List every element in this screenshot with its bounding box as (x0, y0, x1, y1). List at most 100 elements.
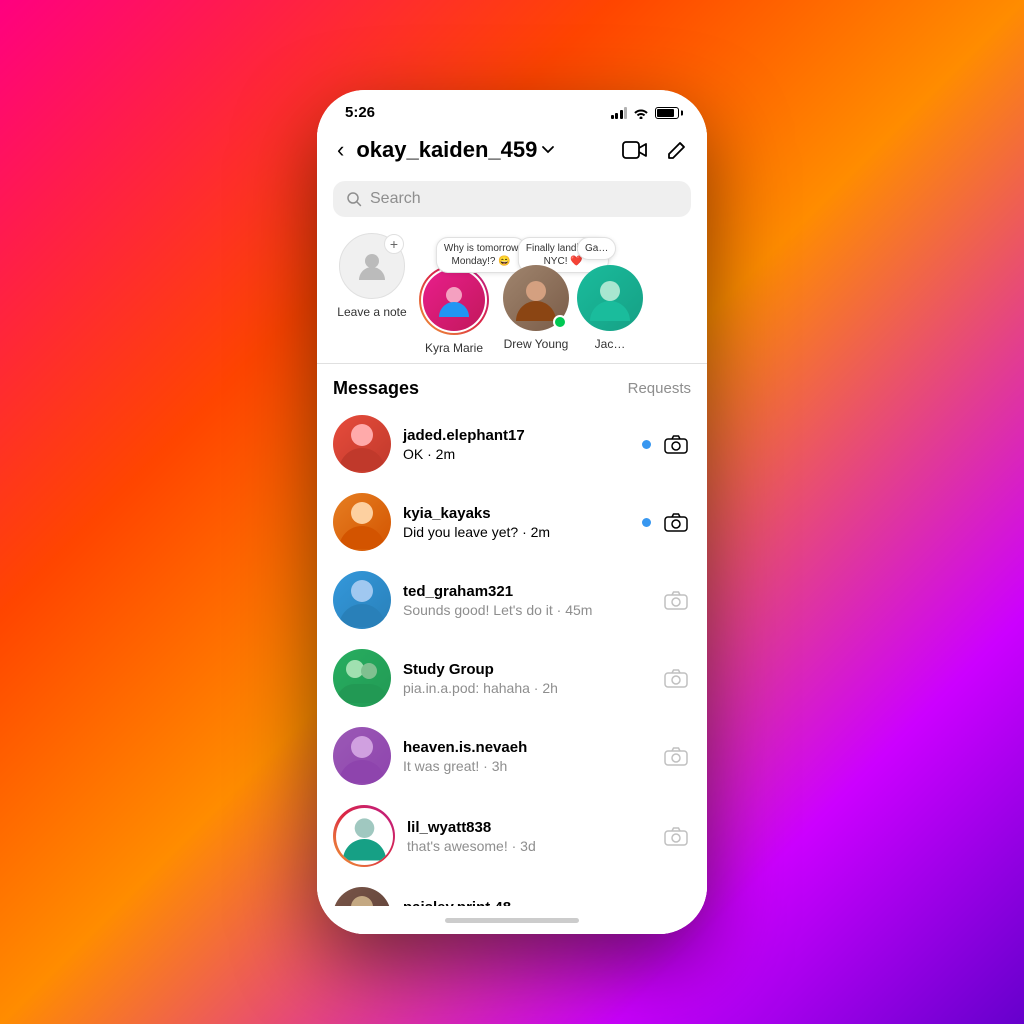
camera-button[interactable] (661, 741, 691, 771)
camera-icon-svg (664, 512, 688, 532)
message-item[interactable]: lil_wyatt838 that's awesome! · 3d (317, 795, 707, 877)
leave-note-label: Leave a note (337, 305, 406, 319)
msg-preview-heaven: It was great! · 3h (403, 758, 649, 774)
story-note-drew: Finally landing inNYC! ❤️ (503, 265, 569, 331)
message-item[interactable]: jaded.elephant17 OK · 2m (317, 405, 707, 483)
story-note-kyra: Why is tomorrowMonday!? 😄 (419, 265, 489, 335)
chevron-down-icon[interactable] (541, 143, 555, 157)
add-story-button[interactable]: + (384, 234, 404, 254)
msg-username-paisley: paisley.print.48 (403, 899, 649, 907)
requests-button[interactable]: Requests (628, 380, 691, 397)
camera-icon-svg (664, 668, 688, 688)
msg-username-study: Study Group (403, 661, 649, 678)
battery-icon (655, 107, 679, 119)
msg-preview-lil-wyatt: that's awesome! · 3d (407, 838, 649, 854)
home-indicator (317, 906, 707, 934)
avatar-art-kyia (333, 493, 391, 551)
unread-indicator (642, 440, 651, 449)
messages-section: Messages Requests jaded.elephant17 OK · … (317, 364, 707, 906)
search-placeholder: Search (370, 190, 421, 208)
camera-button[interactable] (661, 821, 691, 851)
kyra-story-ring (419, 265, 489, 335)
compose-button[interactable] (663, 136, 691, 164)
avatar-art-paisley (333, 887, 391, 906)
leave-note-avatar: + (339, 233, 405, 299)
stories-row: + Leave a note Why is tomorrowMonday!? 😄 (317, 225, 707, 364)
kyra-label: Kyra Marie (425, 341, 483, 355)
drew-label: Drew Young (504, 337, 569, 351)
msg-username-ted: ted_graham321 (403, 583, 649, 600)
kyra-avatar-art (435, 281, 473, 319)
msg-actions-ted (661, 585, 691, 615)
story-note-bubble-jac: Ga… (577, 237, 616, 260)
camera-button[interactable] (661, 507, 691, 537)
msg-actions-kyia (642, 507, 691, 537)
signal-icon (611, 107, 628, 119)
msg-preview-study: pia.in.a.pod: hahaha · 2h (403, 680, 649, 696)
msg-username-kyia: kyia_kayaks (403, 505, 630, 522)
unread-indicator (642, 518, 651, 527)
msg-username-heaven: heaven.is.nevaeh (403, 739, 649, 756)
msg-username-lil-wyatt: lil_wyatt838 (407, 819, 649, 836)
messages-header: Messages Requests (317, 364, 707, 405)
msg-actions-lil-wyatt (661, 821, 691, 851)
msg-avatar-jaded (333, 415, 391, 473)
message-item[interactable]: ted_graham321 Sounds good! Let's do it ·… (317, 561, 707, 639)
home-bar (445, 918, 579, 923)
msg-preview-jaded: OK · 2m (403, 446, 630, 462)
search-bar[interactable]: Search (333, 181, 691, 217)
username-label: okay_kaiden_459 (356, 137, 537, 163)
msg-avatar-kyia (333, 493, 391, 551)
msg-info-ted: ted_graham321 Sounds good! Let's do it ·… (403, 583, 649, 618)
msg-actions-heaven (661, 741, 691, 771)
msg-info-heaven: heaven.is.nevaeh It was great! · 3h (403, 739, 649, 774)
message-item[interactable]: kyia_kayaks Did you leave yet? · 2m (317, 483, 707, 561)
message-item[interactable]: paisley.print.48 Whaaat?? · 8h (317, 877, 707, 906)
camera-button[interactable] (661, 663, 691, 693)
camera-icon-svg (664, 746, 688, 766)
wifi-icon (633, 107, 649, 119)
header: ‹ okay_kaiden_459 (317, 127, 707, 175)
jac-label: Jac… (595, 337, 626, 351)
camera-button[interactable] (661, 585, 691, 615)
camera-icon-svg (664, 434, 688, 454)
screen-content: ‹ okay_kaiden_459 (317, 127, 707, 934)
camera-button[interactable] (661, 429, 691, 459)
video-call-button[interactable] (621, 136, 649, 164)
story-note-jac: Ga… (577, 265, 643, 331)
msg-info-jaded: jaded.elephant17 OK · 2m (403, 427, 630, 462)
msg-info-kyia: kyia_kayaks Did you leave yet? · 2m (403, 505, 630, 540)
drew-avatar-wrapper (503, 265, 569, 331)
msg-avatar-lil-wyatt (336, 808, 393, 865)
leave-note-story[interactable]: + Leave a note (331, 233, 413, 355)
jac-avatar (577, 265, 643, 331)
search-icon (347, 192, 362, 207)
kyra-avatar (421, 267, 487, 333)
msg-preview-kyia: Did you leave yet? · 2m (403, 524, 630, 540)
online-indicator (553, 315, 567, 329)
msg-info-study: Study Group pia.in.a.pod: hahaha · 2h (403, 661, 649, 696)
avatar-art-ted (333, 571, 391, 629)
story-kyra-marie[interactable]: Why is tomorrowMonday!? 😄 Kyra M (413, 233, 495, 355)
search-bar-container: Search (317, 175, 707, 225)
message-item[interactable]: heaven.is.nevaeh It was great! · 3h (317, 717, 707, 795)
msg-avatar-ted (333, 571, 391, 629)
message-item[interactable]: Study Group pia.in.a.pod: hahaha · 2h (317, 639, 707, 717)
msg-actions-study (661, 663, 691, 693)
header-icons (621, 136, 691, 164)
phone-frame: 5:26 ‹ okay_kaiden_459 (317, 90, 707, 934)
story-jac[interactable]: Ga… Jac… (577, 233, 643, 355)
jac-avatar-art (585, 273, 635, 323)
back-button[interactable]: ‹ (333, 135, 348, 165)
msg-avatar-lil-wyatt-ring (333, 805, 395, 867)
avatar-art-jaded (333, 415, 391, 473)
msg-preview-ted: Sounds good! Let's do it · 45m (403, 602, 649, 618)
avatar-art-heaven (333, 727, 391, 785)
msg-username-jaded: jaded.elephant17 (403, 427, 630, 444)
avatar-art-study (333, 649, 391, 707)
msg-avatar-heaven (333, 727, 391, 785)
person-silhouette (354, 248, 390, 284)
status-bar: 5:26 (317, 90, 707, 127)
msg-avatar-study-group (333, 649, 391, 707)
msg-actions-jaded (642, 429, 691, 459)
